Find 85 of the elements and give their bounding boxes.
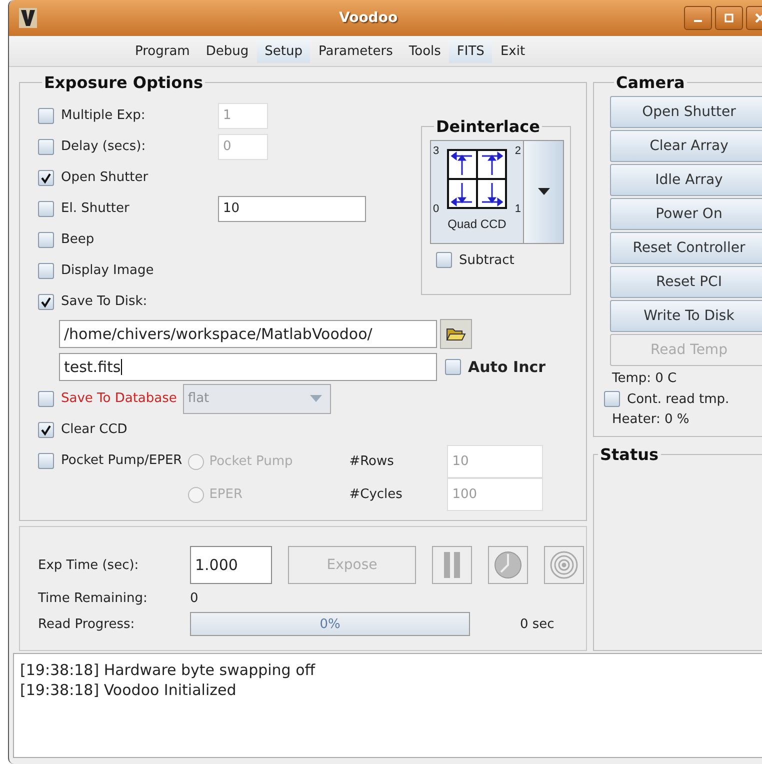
camera-button[interactable]: Write To Disk	[610, 300, 762, 332]
option-label: Open Shutter	[61, 170, 148, 185]
menu-item[interactable]: FITS	[448, 40, 492, 62]
corner-number: 0	[433, 203, 440, 215]
camera-button[interactable]: Clear Array	[610, 130, 762, 162]
camera-button[interactable]: Reset PCI	[610, 266, 762, 298]
caret-icon	[538, 188, 550, 196]
radio-label: EPER	[209, 487, 244, 502]
group-title: Deinterlace	[435, 117, 542, 136]
checkbox[interactable]	[38, 138, 54, 154]
corner-number: 1	[514, 203, 521, 215]
menu-item[interactable]: Tools	[400, 40, 449, 62]
clock-button[interactable]	[488, 546, 528, 584]
option-label: Beep	[61, 232, 94, 247]
checkbox[interactable]	[38, 200, 54, 216]
time-remaining-label: Time Remaining:	[38, 590, 148, 606]
option-label: Cont. read tmp.	[627, 392, 730, 406]
filename-field[interactable]: test.fits	[59, 352, 437, 380]
quad-ccd-drawing	[447, 149, 507, 209]
mode-preview[interactable]: 3 2 0 1 Quad CCD	[430, 140, 524, 244]
group-title: Status	[599, 445, 660, 464]
option-label: Save To Disk:	[61, 294, 148, 309]
heater-text: Heater: 0 %	[612, 412, 690, 427]
temperature-text: Temp: 0 C	[612, 371, 678, 386]
camera-button[interactable]: Idle Array	[610, 164, 762, 196]
checkbox[interactable]	[38, 232, 54, 248]
option-label: Clear CCD	[61, 422, 128, 437]
group-title: Camera	[615, 73, 686, 92]
caret-icon	[310, 394, 322, 402]
clock-icon	[493, 550, 523, 580]
corner-number: 2	[514, 145, 521, 157]
read-progress-label: Read Progress:	[38, 616, 136, 632]
checkbox[interactable]	[38, 262, 54, 278]
dropdown-button[interactable]	[524, 140, 564, 244]
path-field[interactable]: /home/chivers/workspace/MatlabVoodoo/	[59, 320, 437, 348]
option-label: Subtract	[459, 252, 514, 268]
option-label: Save To Database	[61, 391, 177, 406]
group-title: Exposure Options	[43, 73, 204, 92]
mode-label: Quad CCD	[448, 217, 506, 231]
elapsed-time: 0 sec	[520, 616, 554, 632]
pause-button[interactable]	[432, 546, 472, 584]
checkbox[interactable]	[38, 452, 54, 468]
progress-text: 0%	[320, 616, 340, 632]
corner-number: 3	[433, 145, 440, 157]
target-icon	[549, 550, 579, 580]
app-logo-icon	[19, 8, 37, 28]
menu-item[interactable]: Setup	[256, 40, 310, 62]
camera-button[interactable]: Open Shutter	[610, 96, 762, 128]
option-label: Auto Incr	[468, 358, 546, 376]
field-label: #Rows	[349, 454, 395, 469]
browse-button[interactable]	[440, 318, 472, 348]
option-label: Pocket Pump/EPER	[61, 453, 182, 468]
radio-label: Pocket Pump	[209, 454, 294, 469]
field-label: #Cycles	[349, 487, 404, 502]
maximize-button[interactable]	[715, 6, 743, 30]
minimize-icon	[694, 20, 702, 22]
option-label: Multiple Exp:	[61, 108, 146, 123]
camera-button[interactable]: Reset Controller	[610, 232, 762, 264]
window-title: Voodoo	[339, 10, 398, 26]
menu-item[interactable]: Debug	[198, 40, 257, 62]
target-button[interactable]	[544, 546, 584, 584]
exp-time-label: Exp Time (sec):	[38, 558, 140, 572]
checkbox[interactable]	[436, 252, 452, 268]
checkbox[interactable]	[604, 391, 620, 407]
time-remaining-value: 0	[190, 590, 198, 606]
text-field[interactable]: 10	[218, 196, 366, 222]
checkbox[interactable]	[38, 294, 54, 310]
minimize-button[interactable]	[684, 6, 712, 30]
checkbox[interactable]	[38, 108, 54, 124]
log-line: [19:38:18] Hardware byte swapping off	[20, 660, 316, 680]
maximize-icon	[723, 12, 735, 24]
option-label: El. Shutter	[61, 201, 130, 216]
menu-item[interactable]: Parameters	[310, 40, 401, 62]
camera-button[interactable]: Power On	[610, 198, 762, 230]
checkbox[interactable]	[38, 422, 54, 438]
exp-time-field[interactable]: 1.000	[190, 546, 272, 584]
option-label: Display Image	[61, 263, 154, 278]
checkbox[interactable]	[445, 358, 461, 374]
pause-icon	[442, 550, 462, 580]
option-label: Delay (secs):	[61, 139, 146, 154]
folder-icon	[446, 326, 466, 342]
log-line: [19:38:18] Voodoo Initialized	[20, 680, 238, 700]
checkbox[interactable]	[38, 170, 54, 186]
menu-item[interactable]: Exit	[492, 40, 534, 62]
menu-item[interactable]: Program	[127, 40, 198, 62]
